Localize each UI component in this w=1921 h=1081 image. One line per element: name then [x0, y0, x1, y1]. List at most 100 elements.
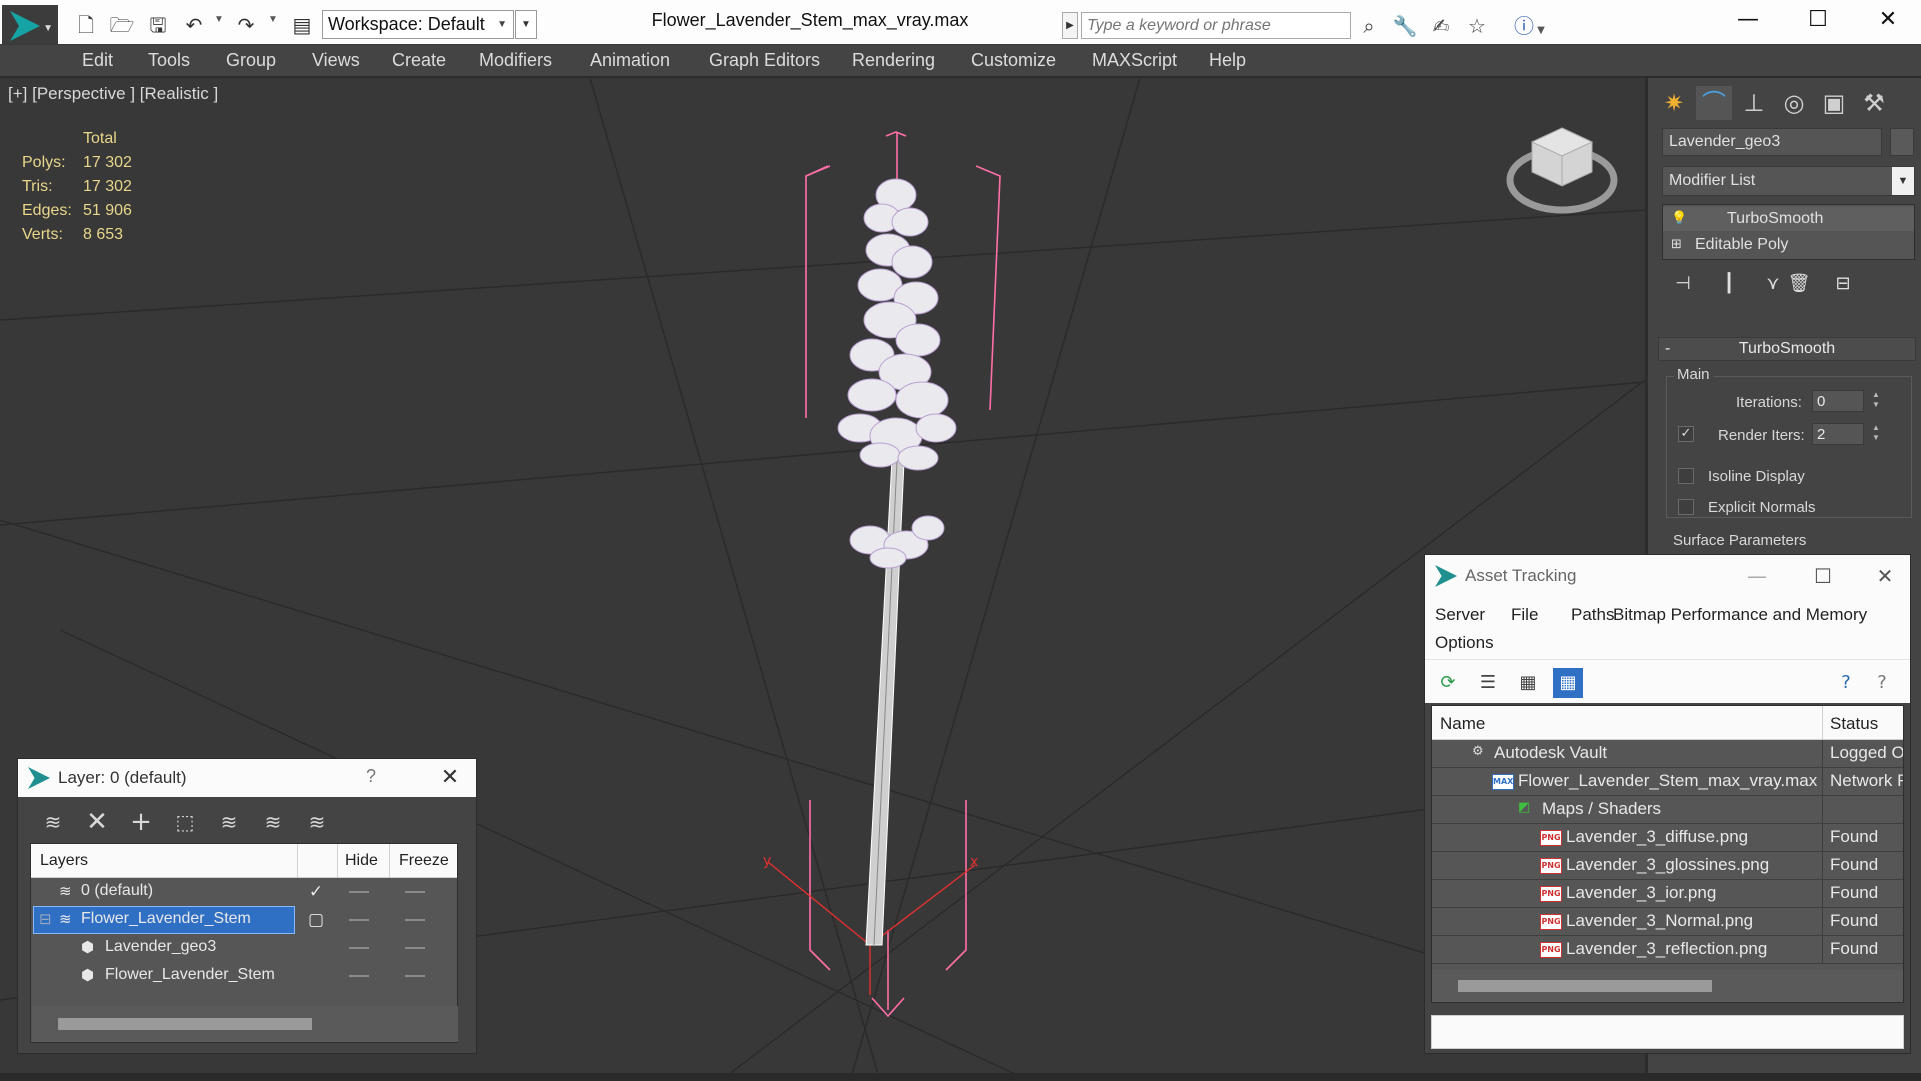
menu-views[interactable]: Views [312, 50, 360, 71]
stack-item-turbosmooth[interactable]: 💡 TurboSmooth [1663, 207, 1914, 231]
layer-row[interactable]: ⊟ ≋ Flower_Lavender_Stem ▢ [31, 906, 457, 934]
viewcube[interactable] [1506, 127, 1618, 214]
asset-row[interactable]: PNG Lavender_3_ior.png Found [1432, 880, 1903, 908]
asset-row[interactable]: MAX Flower_Lavender_Stem_max_vray.max Ne… [1432, 768, 1903, 796]
render-iters-checkbox[interactable]: ✓ [1678, 426, 1694, 442]
menu-group[interactable]: Group [226, 50, 276, 71]
menu-create[interactable]: Create [392, 50, 446, 71]
modifier-list-dropdown[interactable]: Modifier List ▼ [1662, 166, 1915, 196]
iterations-field[interactable] [1812, 390, 1864, 412]
asset-menu-server[interactable]: Server [1435, 605, 1485, 625]
help-button[interactable]: ? [366, 766, 376, 787]
freeze-toggle[interactable] [405, 947, 425, 949]
pin-stack-icon[interactable]: ⊣ [1668, 270, 1698, 298]
menu-edit[interactable]: Edit [82, 50, 113, 71]
layer-object-row[interactable]: ⬢ Lavender_geo3 [31, 934, 457, 962]
close-icon[interactable]: ✕ [1865, 558, 1905, 594]
hide-toggle[interactable] [349, 975, 369, 977]
project-icon[interactable]: ▤ [288, 11, 316, 39]
layer-object-row[interactable]: ⬢ Flower_Lavender_Stem [31, 962, 457, 990]
close-icon[interactable]: ✕ [432, 761, 468, 795]
freeze-column-header[interactable]: Freeze [399, 852, 449, 870]
asset-row[interactable]: ◩ Maps / Shaders [1432, 796, 1903, 824]
status-column-header[interactable]: Status [1830, 714, 1878, 734]
hide-toggle[interactable] [349, 891, 369, 893]
asset-menu-file[interactable]: File [1511, 605, 1538, 625]
asset-row[interactable]: PNG Lavender_3_reflection.png Found [1432, 936, 1903, 964]
hierarchy-tab-icon[interactable]: ⊥ [1736, 86, 1772, 120]
new-file-icon[interactable]: 🗋 [72, 11, 100, 39]
stack-item-editable-poly[interactable]: ⊞ Editable Poly [1663, 233, 1914, 257]
redo-history-chevron-icon[interactable]: ▼ [268, 14, 278, 25]
undo-history-chevron-icon[interactable]: ▼ [214, 14, 224, 25]
set-current-layer-icon[interactable]: ≋ [256, 807, 290, 837]
render-iters-field[interactable] [1812, 423, 1864, 445]
freeze-toggle[interactable] [405, 891, 425, 893]
horizontal-scrollbar[interactable] [32, 1006, 458, 1042]
asset-row[interactable]: ⚙ Autodesk Vault Logged O [1432, 740, 1903, 768]
object-name-field[interactable] [1662, 128, 1882, 156]
create-tab-sun-icon[interactable]: ✷ [1656, 86, 1692, 120]
current-layer-check-icon[interactable]: ✓ [306, 882, 326, 902]
show-end-result-icon[interactable]: ┃ [1714, 270, 1744, 298]
search-input[interactable] [1081, 12, 1351, 39]
display-tab-icon[interactable]: ▣ [1816, 86, 1852, 120]
layer-properties-icon[interactable]: ≋ [300, 807, 334, 837]
redo-icon[interactable]: ↷ [232, 11, 260, 39]
expand-plus-icon[interactable]: ⊞ [1671, 233, 1682, 257]
layer-row[interactable]: ≋ 0 (default) ✓ [31, 878, 457, 906]
refresh-icon[interactable]: ⟳ [1433, 668, 1463, 698]
close-icon[interactable]: ✕ [1853, 2, 1921, 38]
asset-row[interactable]: PNG Lavender_3_diffuse.png Found [1432, 824, 1903, 852]
menu-modifiers[interactable]: Modifiers [479, 50, 552, 71]
configure-modifier-sets-icon[interactable]: ⊟ [1828, 270, 1858, 298]
maximize-icon[interactable]: ☐ [1803, 558, 1843, 594]
name-column-header[interactable]: Name [1440, 714, 1485, 734]
turbosmooth-rollout-header[interactable]: - TurboSmooth [1658, 337, 1916, 361]
asset-menu-paths[interactable]: Paths [1571, 605, 1614, 625]
iterations-spinner[interactable]: ▲ ▼ [1870, 390, 1882, 412]
remove-modifier-icon[interactable]: 🗑 [1784, 270, 1814, 298]
scrollbar-thumb[interactable] [1458, 980, 1712, 992]
freeze-toggle[interactable] [405, 975, 425, 977]
modify-tab-icon[interactable]: ⌒ [1696, 86, 1732, 120]
viewport-label[interactable]: [+] [Perspective ] [Realistic ] [8, 84, 218, 104]
utilities-tab-hammer-icon[interactable]: ⚒ [1856, 86, 1892, 120]
collapse-minus-icon[interactable]: ⊟ [39, 910, 52, 928]
pin-icon[interactable]: ✍ [1426, 12, 1456, 40]
open-folder-icon[interactable]: 🗁 [108, 11, 136, 39]
isoline-display-checkbox[interactable] [1678, 468, 1694, 484]
motion-tab-icon[interactable]: ◎ [1776, 86, 1812, 120]
set-current-layer-box-icon[interactable]: ▢ [306, 910, 326, 930]
select-objects-icon[interactable]: ⬚ [168, 807, 202, 837]
select-layer-icon[interactable]: ≋ [212, 807, 246, 837]
menu-help[interactable]: Help [1209, 50, 1246, 71]
star-icon[interactable]: ☆ [1462, 12, 1492, 40]
layers-column-header[interactable]: Layers [40, 852, 88, 870]
undo-icon[interactable]: ↶ [180, 11, 208, 39]
render-iters-spinner[interactable]: ▲ ▼ [1870, 423, 1882, 445]
menu-rendering[interactable]: Rendering [852, 50, 935, 71]
vault-help-icon[interactable]: ? [1831, 668, 1861, 698]
asset-menu-bitmap[interactable]: Bitmap Performance and Memory [1613, 605, 1867, 625]
menu-customize[interactable]: Customize [971, 50, 1056, 71]
minimize-icon[interactable]: — [1737, 558, 1777, 594]
thumbnail-view-icon[interactable]: ▦ [1513, 668, 1543, 698]
list-view-icon[interactable]: ☰ [1473, 668, 1503, 698]
app-menu-button[interactable]: ▼ [2, 5, 58, 47]
create-layer-icon[interactable]: ≋ [36, 807, 70, 837]
asset-row[interactable]: PNG Lavender_3_Normal.png Found [1432, 908, 1903, 936]
menu-animation[interactable]: Animation [590, 50, 670, 71]
search-expand-button[interactable]: ▶ [1062, 12, 1078, 39]
save-icon[interactable]: 🖫 [144, 11, 172, 39]
explicit-normals-checkbox[interactable] [1678, 499, 1694, 515]
menu-tools[interactable]: Tools [148, 50, 190, 71]
horizontal-scrollbar[interactable] [1432, 970, 1903, 1002]
minimize-icon[interactable]: — [1713, 2, 1783, 38]
delete-layer-icon[interactable]: ✕ [80, 807, 114, 837]
vault-help-disabled-icon[interactable]: ? [1867, 668, 1897, 698]
asset-row[interactable]: PNG Lavender_3_glossines.png Found [1432, 852, 1903, 880]
freeze-toggle[interactable] [405, 919, 425, 921]
wrench-icon[interactable]: 🔧 [1390, 12, 1420, 40]
workspace-select[interactable]: Workspace: Default ▼ [322, 10, 514, 39]
